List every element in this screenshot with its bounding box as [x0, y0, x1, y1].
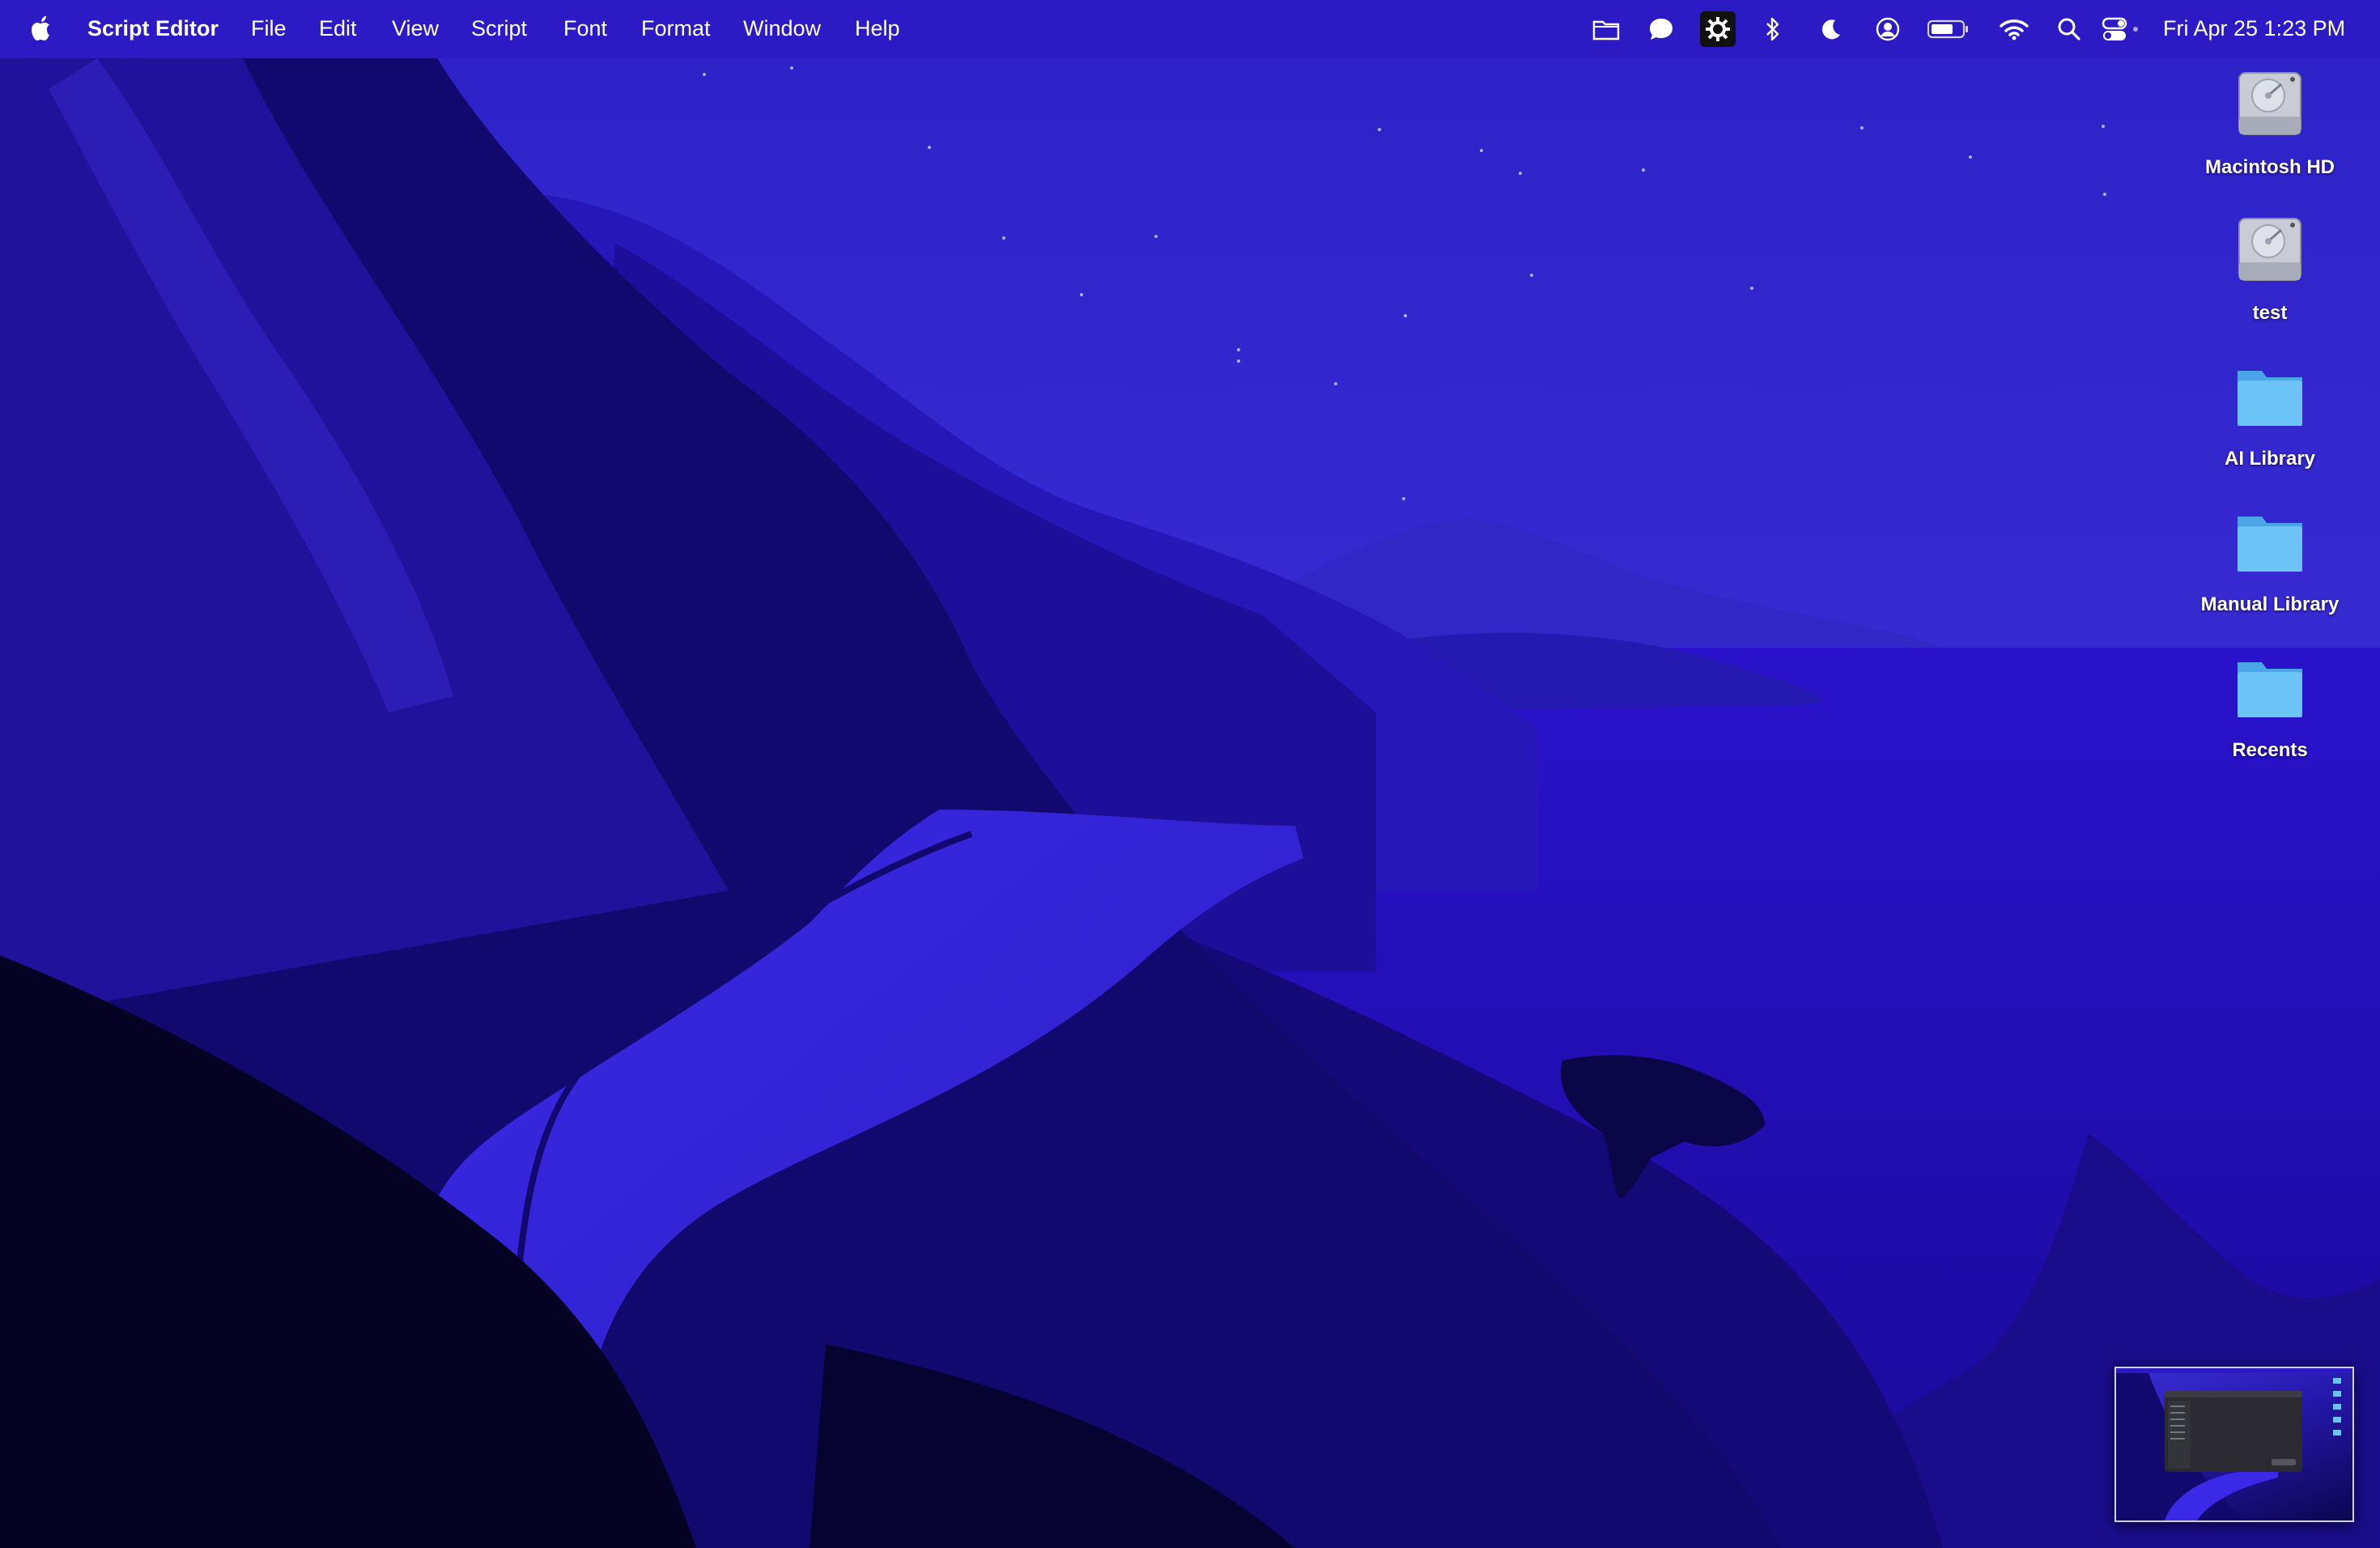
search-icon[interactable]: [2051, 11, 2087, 47]
wifi-icon[interactable]: [1996, 11, 2032, 47]
menu-help[interactable]: Help: [855, 0, 900, 58]
menu-bar-clock[interactable]: Fri Apr 25 1:23 PM: [2163, 0, 2345, 58]
screenshot-thumbnail[interactable]: [2114, 1367, 2354, 1522]
menu-font[interactable]: Font: [563, 0, 607, 58]
menu-format[interactable]: Format: [641, 0, 711, 58]
desktop-icon-label: Macintosh HD: [2204, 156, 2335, 178]
do-not-disturb-moon-icon[interactable]: [1813, 11, 1849, 47]
apple-menu[interactable]: [29, 0, 55, 58]
desktop-icon-ai-library[interactable]: AI Library: [2173, 359, 2367, 470]
desktop-icon-manual-library[interactable]: Manual Library: [2173, 505, 2367, 616]
menu-view[interactable]: View: [392, 0, 439, 58]
menu-file[interactable]: File: [251, 0, 287, 58]
desktop-icon-label: Recents: [2232, 739, 2308, 761]
desktop-icon-label: Manual Library: [2200, 593, 2340, 615]
apple-logo-icon: [32, 16, 49, 40]
folder-icon[interactable]: [1588, 11, 1624, 47]
menu-window[interactable]: Window: [743, 0, 821, 58]
app-name-menu[interactable]: Script Editor: [87, 0, 219, 58]
hard-drive-icon: [2238, 72, 2301, 135]
gear-badge-icon[interactable]: [1700, 11, 1736, 47]
desktop-icon-recents[interactable]: Recents: [2173, 651, 2367, 762]
folder-icon: [2238, 662, 2302, 717]
menu-script[interactable]: Script: [471, 0, 527, 58]
folder-icon: [2238, 517, 2302, 572]
menu-bar: Script Editor File Edit View Script Font…: [0, 0, 2380, 58]
hard-drive-icon: [2238, 218, 2301, 281]
desktop-icon-test[interactable]: test: [2173, 214, 2367, 325]
desktop-icon-label: AI Library: [2224, 448, 2316, 470]
control-center-icon[interactable]: [2100, 11, 2142, 47]
desktop-wallpaper: [0, 0, 2380, 1548]
desktop-icon-macintosh-hd[interactable]: Macintosh HD: [2173, 68, 2367, 179]
menu-edit[interactable]: Edit: [319, 0, 357, 58]
chat-bubble-icon[interactable]: [1643, 11, 1679, 47]
bluetooth-icon[interactable]: [1755, 11, 1791, 47]
desktop-icon-label: test: [2252, 302, 2288, 324]
thumbnail-preview-image: [2116, 1368, 2352, 1520]
battery-icon[interactable]: [1925, 11, 1972, 47]
user-account-icon[interactable]: [1870, 11, 1906, 47]
folder-icon: [2238, 371, 2302, 426]
